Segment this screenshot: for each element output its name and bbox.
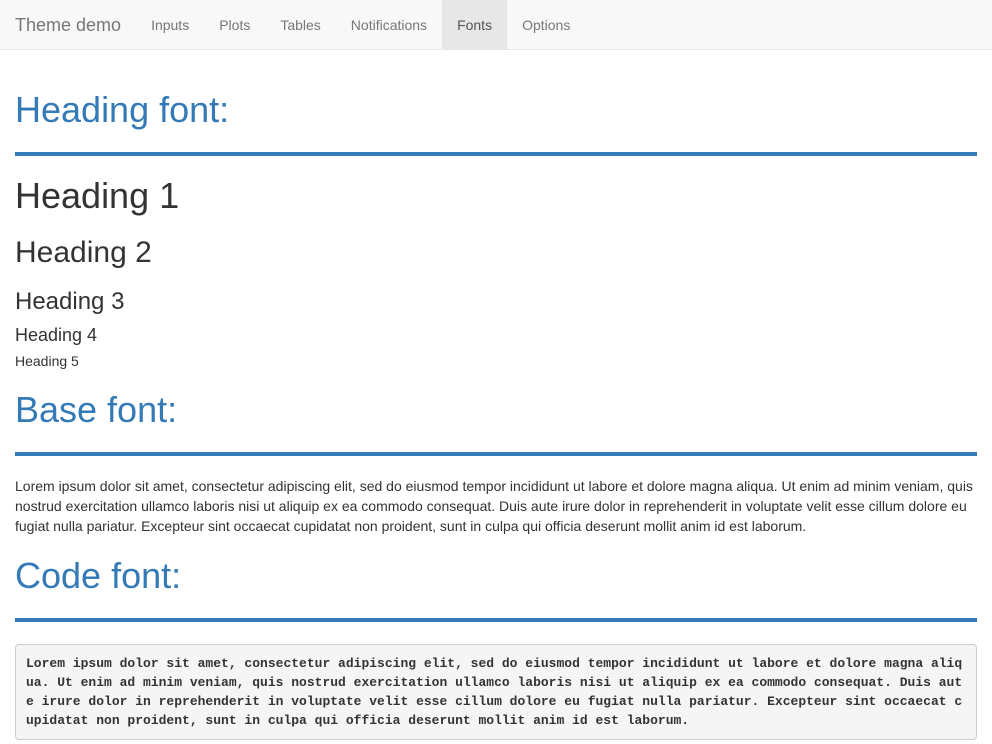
base-font-sample: Lorem ipsum dolor sit amet, consectetur … (15, 478, 973, 534)
nav-tab-notifications[interactable]: Notifications (336, 0, 442, 49)
heading-3-sample: Heading 3 (15, 288, 125, 315)
base-font-divider (15, 452, 977, 456)
nav-tab-tables[interactable]: Tables (265, 0, 335, 49)
nav-tab-plots[interactable]: Plots (204, 0, 265, 49)
heading-4-sample: Heading 4 (15, 325, 98, 345)
base-font-title: Base font: (15, 389, 178, 430)
top-navbar: Theme demo Inputs Plots Tables Notificat… (0, 0, 992, 50)
heading-5-sample: Heading 5 (15, 353, 79, 369)
heading-font-title: Heading font: (15, 89, 230, 130)
nav-tab-options[interactable]: Options (507, 0, 585, 49)
heading-2-sample: Heading 2 (15, 236, 152, 269)
heading-font-divider (15, 152, 977, 156)
code-font-sample: Lorem ipsum dolor sit amet, consectetur … (15, 644, 977, 740)
code-font-divider (15, 618, 977, 622)
main-content: Heading font: Heading 1 Heading 2 Headin… (0, 88, 992, 740)
nav-tab-fonts[interactable]: Fonts (442, 0, 508, 49)
code-font-title: Code font: (15, 555, 182, 596)
nav-tab-inputs[interactable]: Inputs (136, 0, 204, 49)
navbar-brand[interactable]: Theme demo (15, 0, 121, 49)
heading-1-sample: Heading 1 (15, 175, 180, 216)
